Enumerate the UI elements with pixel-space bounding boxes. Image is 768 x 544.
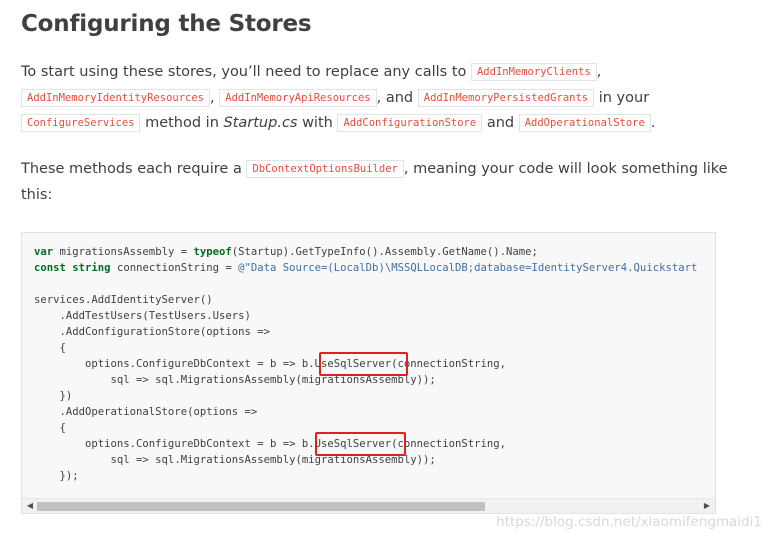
inline-code: AddInMemoryPersistedGrants bbox=[417, 88, 595, 107]
inline-code: AddInMemoryApiResources bbox=[219, 88, 377, 107]
code-text: connectionString = bbox=[110, 262, 239, 274]
inline-code: AddConfigurationStore bbox=[337, 114, 483, 133]
paragraph-line: AddInMemoryIdentityResources, AddInMemor… bbox=[21, 86, 701, 112]
text: . bbox=[650, 115, 656, 132]
text: , bbox=[596, 64, 602, 80]
text: this: bbox=[21, 186, 53, 203]
inline-code: DbContextOptionsBuilder bbox=[246, 160, 404, 178]
code-text: (Startup).GetTypeInfo().Assembly.GetName… bbox=[231, 246, 538, 258]
text: and bbox=[482, 115, 515, 132]
code-line: .AddConfigurationStore(options => bbox=[34, 326, 271, 338]
scrollbar-thumb[interactable] bbox=[37, 502, 485, 511]
code-line: .AddTestUsers(TestUsers.Users) bbox=[34, 310, 251, 322]
code-text: migrationsAssembly = bbox=[53, 246, 194, 258]
inline-code: AddInMemoryIdentityResources bbox=[21, 88, 211, 107]
paragraph-line: To start using these stores, you’ll need… bbox=[21, 60, 701, 86]
text: , bbox=[210, 89, 215, 106]
text: method in bbox=[140, 115, 224, 132]
horizontal-scrollbar[interactable]: ◀ ▶ bbox=[22, 498, 715, 513]
code-line: services.AddIdentityServer() bbox=[34, 294, 213, 306]
intro-paragraph: To start using these stores, you’ll need… bbox=[21, 60, 701, 137]
scroll-right-arrow-icon[interactable]: ▶ bbox=[700, 499, 714, 513]
code-block[interactable]: var migrationsAssembly = typeof(Startup)… bbox=[21, 232, 716, 514]
paragraph-line: this: bbox=[21, 183, 711, 208]
code-line: const string connectionString = @"Data S… bbox=[34, 260, 697, 276]
code-keyword: typeof bbox=[193, 246, 232, 258]
code-keyword: string bbox=[72, 262, 111, 274]
inline-code: AddInMemoryClients bbox=[470, 63, 597, 81]
code-keyword: var bbox=[34, 246, 54, 258]
text: with bbox=[297, 115, 338, 132]
paragraph-line: ConfigureServices method in Startup.cs w… bbox=[21, 111, 701, 137]
text: , and bbox=[376, 89, 414, 106]
text: in your bbox=[594, 89, 650, 106]
code-line: .AddOperationalStore(options => bbox=[34, 406, 258, 418]
code-line: }) bbox=[34, 390, 73, 402]
scroll-left-arrow-icon[interactable]: ◀ bbox=[23, 499, 37, 513]
text: To start using these stores, you’ll need… bbox=[21, 64, 471, 80]
code-string: @"Data Source=(LocalDb)\MSSQLLocalDB;dat… bbox=[238, 262, 698, 274]
code-keyword: const bbox=[34, 262, 66, 274]
text: These methods each require a bbox=[21, 161, 247, 177]
paragraph-line: These methods each require a DbContextOp… bbox=[21, 157, 728, 183]
highlight-box-usesqlserver bbox=[315, 432, 406, 456]
highlight-box-usesqlserver bbox=[319, 352, 408, 376]
code-line: }); bbox=[34, 470, 79, 482]
inline-code: AddOperationalStore bbox=[518, 114, 651, 133]
methods-paragraph: These methods each require a DbContextOp… bbox=[21, 157, 728, 208]
code-line: var migrationsAssembly = typeof(Startup)… bbox=[34, 244, 697, 260]
inline-code: ConfigureServices bbox=[21, 114, 141, 133]
emphasis-text: Startup.cs bbox=[223, 115, 298, 132]
text: , meaning your code will look something … bbox=[403, 161, 728, 177]
watermark: https://blog.csdn.net/xiaomifengmaidi1 bbox=[496, 514, 762, 530]
section-heading: Configuring the Stores bbox=[21, 11, 312, 37]
